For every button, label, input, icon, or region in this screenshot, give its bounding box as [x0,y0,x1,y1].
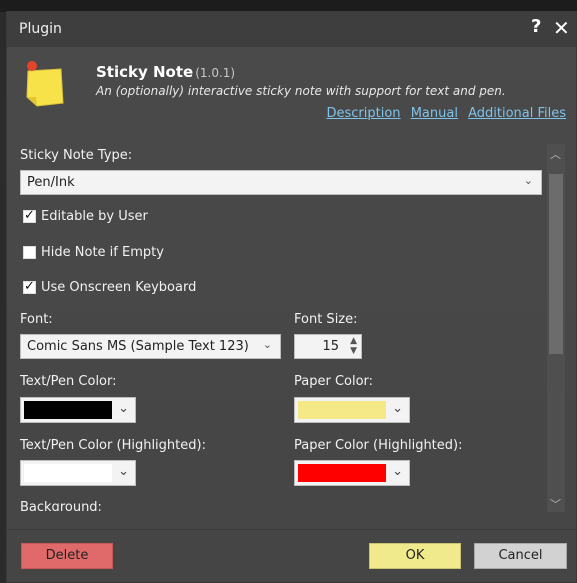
plugin-links: Description Manual Additional Files [321,106,567,121]
stepper-up-icon[interactable]: ▲ [350,336,357,346]
cancel-button[interactable]: Cancel [474,543,567,569]
chevron-down-icon: ⌄ [118,464,129,479]
font-size-value: 15 [322,339,339,354]
hide-note-label: Hide Note if Empty [41,245,164,260]
plugin-version: (1.0.1) [195,66,236,80]
form-scrollbar[interactable]: ︿ ﹀ [547,144,565,512]
font-label: Font: [20,312,53,327]
keyboard-checkbox[interactable]: ✓ [23,279,36,294]
editable-label: Editable by User [41,209,148,224]
chevron-down-icon: ⌄ [392,464,403,479]
link-manual[interactable]: Manual [411,106,458,121]
background-label: Background: [20,500,102,511]
editable-checkbox[interactable]: ✓ [23,208,36,223]
ok-button[interactable]: OK [369,543,461,569]
font-size-label: Font Size: [294,312,358,327]
font-select[interactable]: Comic Sans MS (Sample Text 123) ⌄ [20,334,281,359]
checkbox-check-icon: ✓ [24,208,35,223]
font-value: Comic Sans MS (Sample Text 123) [27,339,249,354]
text-color-hl-swatch [24,464,112,482]
chevron-down-icon: ⌄ [262,338,272,351]
text-color-picker[interactable]: ⌄ [20,397,136,423]
scroll-down-icon[interactable]: ﹀ [550,496,561,512]
type-value: Pen/Ink [27,175,75,190]
chevron-down-icon: ⌄ [392,401,403,416]
link-additional-files[interactable]: Additional Files [468,106,566,121]
paper-color-hl-picker[interactable]: ⌄ [294,460,410,486]
paper-color-label: Paper Color: [294,374,374,389]
keyboard-label: Use Onscreen Keyboard [41,280,197,295]
text-color-hl-picker[interactable]: ⌄ [20,460,136,486]
footer-divider [7,529,576,530]
font-size-stepper[interactable]: 15 ▲ ▼ [294,334,362,359]
paper-color-hl-label: Paper Color (Highlighted): [294,438,463,453]
close-icon[interactable]: ✕ [553,16,570,40]
chevron-down-icon: ⌄ [118,401,129,416]
plugin-description: An (optionally) interactive sticky note … [96,84,506,98]
scroll-up-icon[interactable]: ︿ [550,146,561,162]
hide-note-checkbox[interactable] [23,246,36,259]
type-label: Sticky Note Type: [20,148,133,163]
background-label-clip: Background: [20,500,540,511]
paper-color-swatch [298,401,386,419]
title-bar: Plugin ? ✕ [7,12,576,47]
stepper-down-icon[interactable]: ▼ [350,346,357,356]
plugin-dialog: Plugin ? ✕ Sticky Note (1.0.1) An (option… [6,11,577,583]
dialog-title: Plugin [19,21,62,37]
help-icon[interactable]: ? [531,16,541,37]
text-color-label: Text/Pen Color: [20,374,117,389]
text-color-hl-label: Text/Pen Color (Highlighted): [20,438,206,453]
scrollbar-thumb[interactable] [549,174,563,354]
text-color-swatch [24,401,112,419]
checkbox-check-icon: ✓ [24,279,35,294]
sticky-note-type-select[interactable]: Pen/Ink ⌄ [20,170,542,195]
plugin-name-text: Sticky Note [96,63,194,81]
paper-color-picker[interactable]: ⌄ [294,397,410,423]
delete-button[interactable]: Delete [21,543,113,569]
chevron-down-icon: ⌄ [523,174,533,187]
plugin-name: Sticky Note (1.0.1) [96,63,235,81]
sticky-note-icon [26,61,64,107]
link-description[interactable]: Description [327,106,401,121]
paper-color-hl-swatch [298,464,386,482]
